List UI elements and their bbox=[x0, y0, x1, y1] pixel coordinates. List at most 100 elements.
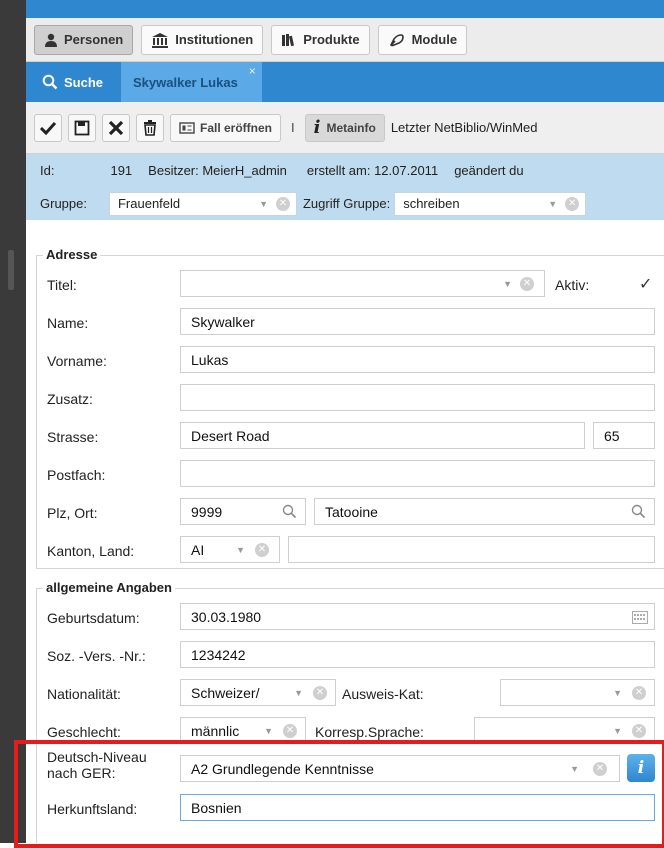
titel-select[interactable]: ▼ ✕ bbox=[180, 270, 545, 297]
ausweis-kat-label: Ausweis-Kat: bbox=[342, 686, 424, 702]
tab-skywalker[interactable]: Skywalker Lukas × bbox=[121, 62, 262, 102]
herkunftsland-label: Herkunftsland: bbox=[47, 801, 138, 817]
chevron-down-icon[interactable]: ▼ bbox=[264, 726, 273, 736]
clear-icon[interactable]: ✕ bbox=[565, 196, 580, 211]
clear-icon[interactable]: ✕ bbox=[283, 724, 297, 738]
gruppe-value: Frauenfeld bbox=[117, 196, 181, 211]
fall-eroeffnen-button[interactable]: Fall eröffnen bbox=[170, 113, 282, 142]
deutsch-niveau-select[interactable]: A2 Grundlegende Kenntnisse ▼ ✕ bbox=[180, 755, 620, 782]
calendar-icon[interactable] bbox=[632, 611, 648, 624]
soz-vers-value: 1234242 bbox=[191, 646, 246, 663]
ort-value: Tatooine bbox=[325, 503, 378, 520]
metainfo-label: Metainfo bbox=[326, 120, 376, 135]
clear-icon[interactable]: ✕ bbox=[275, 196, 290, 211]
search-icon[interactable] bbox=[282, 504, 297, 519]
plz-field[interactable]: 9999 bbox=[180, 498, 306, 525]
soz-vers-field[interactable]: 1234242 bbox=[180, 641, 655, 668]
puzzle-icon bbox=[389, 33, 404, 46]
delete-button[interactable] bbox=[136, 113, 164, 142]
search-icon[interactable] bbox=[631, 504, 646, 519]
tab-bar: Suche Skywalker Lukas × bbox=[26, 62, 664, 102]
adresse-fieldset: Adresse Titel: ▼ ✕ Aktiv: ✓ Name: Skywal… bbox=[36, 247, 664, 569]
chevron-down-icon[interactable]: ▼ bbox=[294, 688, 303, 698]
vorname-field[interactable]: Lukas bbox=[180, 346, 655, 373]
allgemein-legend: allgemeine Angaben bbox=[43, 580, 175, 595]
tab-close-icon[interactable]: × bbox=[249, 64, 256, 78]
zusatz-label: Zusatz: bbox=[47, 391, 93, 407]
clear-icon[interactable]: ✕ bbox=[632, 686, 646, 700]
record-toolbar: Fall eröffnen I i Metainfo Letzter NetBi… bbox=[26, 102, 664, 154]
metainfo-button[interactable]: i Metainfo bbox=[304, 113, 385, 142]
postfach-label: Postfach: bbox=[47, 467, 106, 483]
soz-vers-label: Soz. -Vers. -Nr.: bbox=[47, 648, 146, 664]
aktiv-label: Aktiv: bbox=[555, 277, 590, 293]
erstellt-text: erstellt am: 12.07.2011 bbox=[306, 163, 439, 178]
geburtsdatum-label: Geburtsdatum: bbox=[47, 610, 140, 626]
chevron-down-icon[interactable]: ▼ bbox=[613, 726, 622, 736]
strasse-field[interactable]: Desert Road bbox=[180, 422, 585, 449]
app-window: Personen Institutionen Produkte Module S… bbox=[26, 0, 664, 843]
resize-grip[interactable] bbox=[8, 250, 14, 290]
person-icon bbox=[45, 33, 57, 47]
clear-icon[interactable]: ✕ bbox=[632, 724, 646, 738]
geburtsdatum-field[interactable]: 30.03.1980 bbox=[180, 603, 655, 630]
aktiv-checkbox[interactable]: ✓ bbox=[639, 274, 652, 294]
tab-suche[interactable]: Suche bbox=[30, 62, 116, 102]
herkunftsland-field[interactable]: Bosnien bbox=[180, 794, 655, 821]
nav-produkte-button[interactable]: Produkte bbox=[271, 24, 370, 55]
geschlecht-select[interactable]: männlic ▼ ✕ bbox=[180, 717, 306, 744]
record-info-panel: Id: 191 Besitzer: MeierH_admin erstellt … bbox=[26, 154, 664, 220]
korresp-sprache-select[interactable]: ▼ ✕ bbox=[474, 717, 655, 744]
nav-module-button[interactable]: Module bbox=[377, 24, 468, 55]
tab-suche-label: Suche bbox=[64, 74, 104, 90]
chevron-down-icon[interactable]: ▼ bbox=[236, 545, 245, 555]
id-value: 191 bbox=[110, 163, 133, 178]
deutsch-niveau-label-line1: Deutsch-Niveau bbox=[47, 749, 147, 765]
nationalitaet-label: Nationalität: bbox=[47, 686, 121, 702]
clear-icon[interactable]: ✕ bbox=[520, 277, 534, 291]
titel-label: Titel: bbox=[47, 277, 77, 293]
clear-icon[interactable]: ✕ bbox=[593, 762, 607, 776]
name-label: Name: bbox=[47, 315, 89, 331]
kanton-select[interactable]: AI ▼ ✕ bbox=[180, 536, 280, 563]
hausnummer-field[interactable]: 65 bbox=[593, 422, 655, 449]
checkmark-icon bbox=[40, 121, 56, 135]
chevron-down-icon[interactable]: ▼ bbox=[548, 199, 557, 209]
nav-institutionen-button[interactable]: Institutionen bbox=[141, 24, 264, 55]
top-strip bbox=[26, 0, 664, 18]
ausweis-kat-select[interactable]: ▼ ✕ bbox=[500, 679, 655, 706]
chevron-down-icon[interactable]: ▼ bbox=[503, 279, 512, 289]
nationalitaet-select[interactable]: Schweizer/ ▼ ✕ bbox=[180, 679, 336, 706]
gruppe-select[interactable]: Frauenfeld ▼ ✕ bbox=[108, 191, 297, 216]
case-icon bbox=[179, 121, 195, 134]
postfach-field[interactable] bbox=[180, 460, 655, 487]
clear-icon[interactable]: ✕ bbox=[255, 543, 269, 557]
chevron-down-icon[interactable]: ▼ bbox=[259, 199, 268, 209]
zugriff-select[interactable]: schreiben ▼ ✕ bbox=[394, 191, 587, 216]
nav-personen-button[interactable]: Personen bbox=[34, 24, 134, 55]
plz-value: 9999 bbox=[191, 503, 223, 520]
strasse-value: Desert Road bbox=[191, 427, 270, 444]
fall-eroeffnen-label: Fall eröffnen bbox=[200, 120, 273, 135]
zusatz-field[interactable] bbox=[180, 384, 655, 411]
cancel-button[interactable] bbox=[102, 113, 130, 142]
strasse-label: Strasse: bbox=[47, 429, 99, 445]
id-label: Id: bbox=[40, 163, 55, 178]
save-check-button[interactable] bbox=[34, 113, 62, 142]
nav-produkte-label: Produkte bbox=[303, 32, 360, 47]
gruppe-row: Gruppe: Frauenfeld ▼ ✕ Zugriff Gruppe: s… bbox=[40, 187, 650, 220]
besitzer-text: Besitzer: MeierH_admin bbox=[148, 163, 287, 178]
save-button[interactable] bbox=[68, 113, 96, 142]
last-system-info: Letzter NetBiblio/WinMed bbox=[390, 120, 538, 135]
ort-field[interactable]: Tatooine bbox=[314, 498, 655, 525]
kanton-land-label: Kanton, Land: bbox=[47, 543, 135, 559]
korresp-sprache-label: Korresp.Sprache: bbox=[315, 724, 424, 740]
land-field[interactable] bbox=[288, 536, 655, 563]
chevron-down-icon[interactable]: ▼ bbox=[570, 764, 579, 774]
name-field[interactable]: Skywalker bbox=[180, 308, 655, 335]
books-icon bbox=[282, 33, 295, 46]
clear-icon[interactable]: ✕ bbox=[313, 686, 327, 700]
deutsch-niveau-info-icon[interactable]: i bbox=[627, 754, 655, 782]
chevron-down-icon[interactable]: ▼ bbox=[613, 688, 622, 698]
geschlecht-label: Geschlecht: bbox=[47, 724, 121, 740]
